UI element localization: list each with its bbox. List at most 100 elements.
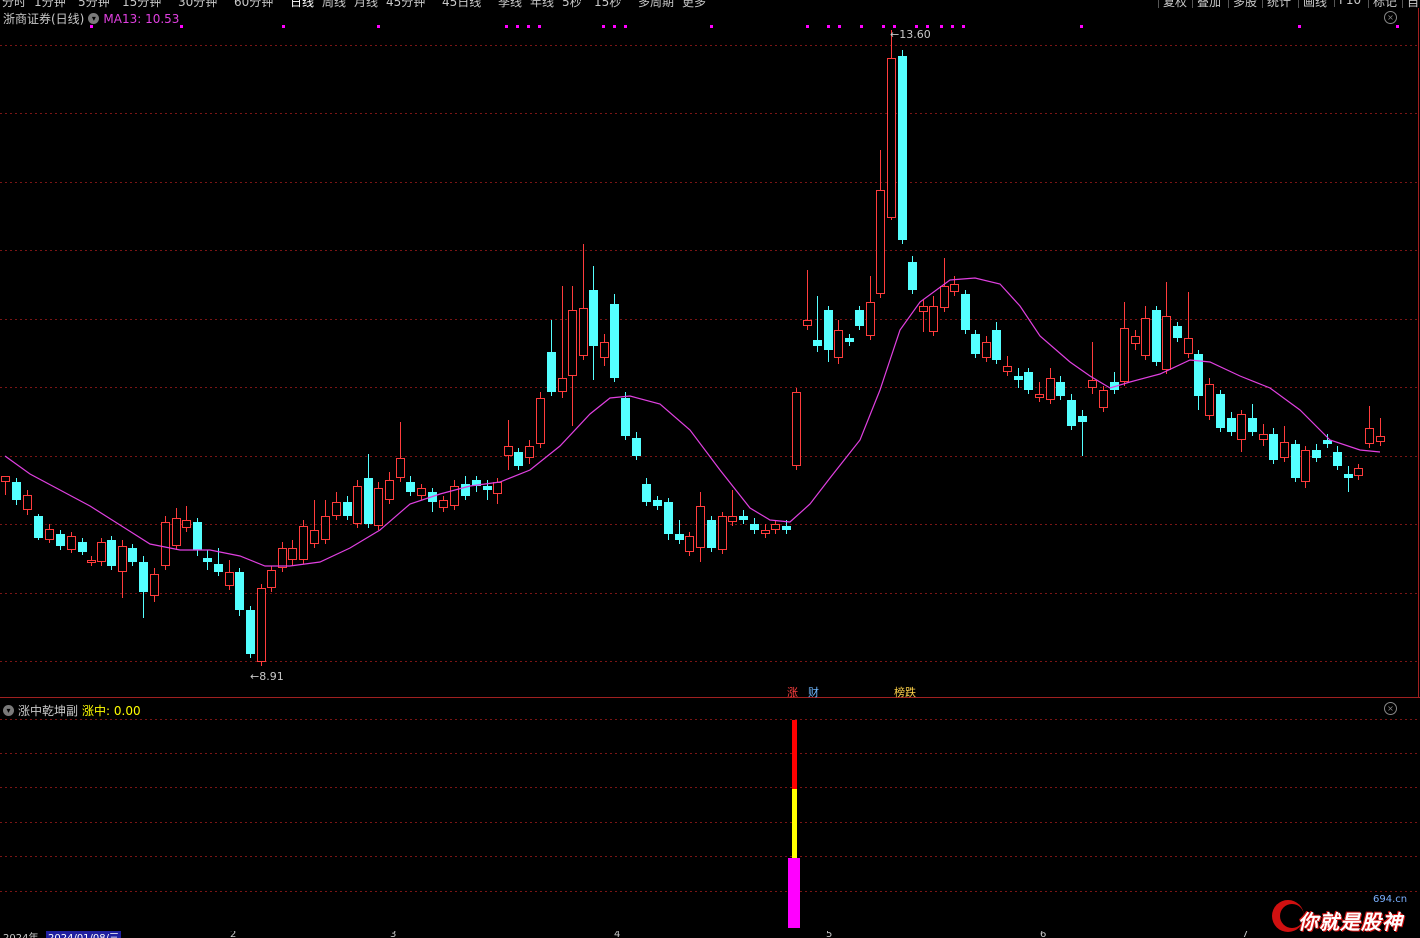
candle[interactable] (1067, 394, 1076, 430)
candle[interactable] (321, 500, 330, 544)
candle[interactable] (150, 568, 159, 602)
candle[interactable] (908, 256, 917, 294)
indicator-name[interactable]: 涨中乾坤副 (18, 702, 78, 719)
candle[interactable] (887, 30, 896, 220)
candle[interactable] (161, 516, 170, 570)
candle[interactable] (610, 294, 619, 382)
candle[interactable] (182, 506, 191, 532)
candle[interactable] (824, 306, 833, 362)
chevron-down-icon[interactable]: ▾ (88, 13, 100, 24)
candle[interactable] (1248, 404, 1257, 436)
candle[interactable] (396, 422, 405, 482)
candle[interactable] (855, 306, 864, 330)
candle[interactable] (1120, 302, 1129, 386)
candle[interactable] (876, 150, 885, 298)
candle[interactable] (1173, 322, 1182, 342)
candle[interactable] (803, 270, 812, 330)
candle[interactable] (1376, 418, 1385, 446)
candle[interactable] (866, 276, 875, 340)
candle[interactable] (374, 482, 383, 530)
candle[interactable] (343, 496, 352, 520)
candle[interactable] (1205, 378, 1214, 420)
close-icon[interactable]: × (1384, 11, 1397, 24)
candle[interactable] (246, 606, 255, 658)
candle[interactable] (1227, 412, 1236, 436)
candle[interactable] (675, 520, 684, 544)
candle[interactable] (992, 322, 1001, 364)
candle[interactable] (919, 300, 928, 332)
candle[interactable] (792, 388, 801, 470)
tag-bang[interactable]: 榜跌 (894, 686, 916, 699)
candle[interactable] (1216, 390, 1225, 432)
candle[interactable] (1131, 330, 1140, 350)
candle[interactable] (1184, 292, 1193, 358)
candle[interactable] (1046, 368, 1055, 404)
candle[interactable] (1152, 306, 1161, 366)
candle[interactable] (364, 454, 373, 528)
candle[interactable] (385, 472, 394, 504)
candle[interactable] (834, 320, 843, 364)
candle[interactable] (278, 542, 287, 572)
candle[interactable] (579, 244, 588, 360)
candle[interactable] (771, 520, 780, 534)
candle[interactable] (961, 290, 970, 334)
tag-zhang[interactable]: 涨 (787, 686, 798, 699)
candle[interactable] (1333, 446, 1342, 470)
candle[interactable] (67, 532, 76, 553)
candle[interactable] (203, 550, 212, 570)
candle[interactable] (128, 544, 137, 566)
candle[interactable] (288, 540, 297, 566)
candle[interactable] (78, 538, 87, 555)
candle[interactable] (1280, 426, 1289, 462)
candle[interactable] (56, 530, 65, 550)
candle[interactable] (653, 496, 662, 510)
stock-name[interactable]: 浙商证券(日线) (3, 10, 84, 27)
candle[interactable] (642, 478, 651, 506)
candle[interactable] (257, 584, 266, 666)
candle[interactable] (1344, 466, 1353, 492)
candle[interactable] (685, 532, 694, 556)
candle[interactable] (450, 480, 459, 510)
candle[interactable] (118, 540, 127, 598)
candle[interactable] (536, 392, 545, 448)
candle[interactable] (1269, 428, 1278, 464)
candle[interactable] (1141, 306, 1150, 360)
candle[interactable] (558, 286, 567, 398)
candle[interactable] (739, 510, 748, 524)
candle[interactable] (940, 258, 949, 312)
candle[interactable] (1078, 410, 1087, 456)
candle[interactable] (568, 286, 577, 426)
candle[interactable] (1024, 368, 1033, 394)
candle[interactable] (1056, 376, 1065, 400)
candle[interactable] (1301, 446, 1310, 488)
candle[interactable] (34, 514, 43, 540)
candle[interactable] (1323, 434, 1332, 448)
candle[interactable] (589, 266, 598, 380)
tag-cai[interactable]: 财 (808, 686, 819, 699)
candle[interactable] (982, 336, 991, 362)
candle[interactable] (1110, 372, 1119, 394)
candle[interactable] (621, 392, 630, 440)
chevron-down-icon[interactable]: ▾ (3, 705, 14, 716)
candle[interactable] (87, 556, 96, 566)
indicator-chart[interactable] (0, 698, 1420, 932)
candle[interactable] (172, 508, 181, 550)
candle[interactable] (225, 560, 234, 590)
candle[interactable] (1162, 282, 1171, 374)
candle[interactable] (299, 520, 308, 564)
candle[interactable] (472, 476, 481, 492)
candle[interactable] (1312, 444, 1321, 462)
candle[interactable] (332, 492, 341, 520)
close-icon[interactable]: × (1384, 702, 1397, 715)
candle[interactable] (600, 334, 609, 366)
candle[interactable] (1354, 464, 1363, 480)
candle[interactable] (718, 512, 727, 554)
candle[interactable] (514, 448, 523, 470)
candle[interactable] (664, 498, 673, 540)
candle[interactable] (107, 536, 116, 570)
candle[interactable] (12, 478, 21, 505)
candle[interactable] (728, 490, 737, 526)
candle[interactable] (525, 440, 534, 464)
candle[interactable] (1237, 410, 1246, 452)
candle[interactable] (1035, 382, 1044, 402)
